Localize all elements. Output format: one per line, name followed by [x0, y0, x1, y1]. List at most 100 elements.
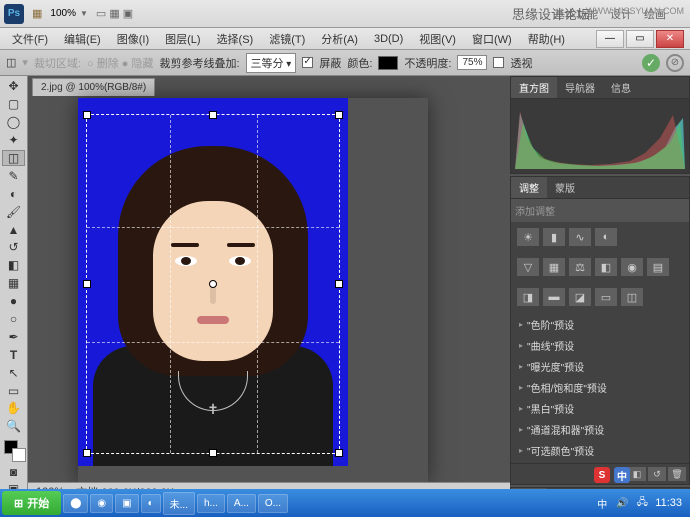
task-item-4[interactable]: O...	[258, 494, 288, 513]
menu-select[interactable]: 选择(S)	[211, 29, 260, 49]
preset-channelmixer[interactable]: "通道混和器"预设	[513, 419, 687, 440]
maximize-button[interactable]: ▭	[626, 30, 654, 48]
commit-button[interactable]: ✓	[642, 54, 660, 72]
pen-tool[interactable]: ✒	[2, 328, 25, 345]
quick-launch-2[interactable]: ◉	[90, 494, 113, 513]
crop-tool-icon[interactable]: ◫	[6, 56, 16, 69]
stamp-tool[interactable]: ▲	[2, 221, 25, 238]
preset-hue[interactable]: "色相/饱和度"预设	[513, 377, 687, 398]
reset-icon[interactable]: ↺	[648, 467, 666, 481]
wand-tool[interactable]: ✦	[2, 132, 25, 149]
minimize-button[interactable]: —	[596, 30, 624, 48]
shield-checkbox[interactable]	[302, 57, 313, 68]
preset-selective[interactable]: "可选颜色"预设	[513, 440, 687, 461]
curves-icon[interactable]: ∿	[569, 228, 591, 246]
channelmixer-icon[interactable]: ▤	[647, 258, 669, 276]
color-swatches[interactable]	[2, 440, 25, 462]
crop-handle-bl[interactable]	[83, 449, 91, 457]
quickmask-tool[interactable]: ◙	[2, 463, 25, 480]
document-tab[interactable]: 2.jpg @ 100%(RGB/8#)	[32, 78, 155, 96]
crop-handle-br[interactable]	[335, 449, 343, 457]
healing-tool[interactable]: ◐	[2, 185, 25, 202]
menu-analysis[interactable]: 分析(A)	[315, 29, 364, 49]
crop-handle-r[interactable]	[335, 280, 343, 288]
start-button[interactable]: ⊞ 开始	[2, 491, 61, 515]
crop-handle-tl[interactable]	[83, 111, 91, 119]
tray-clock[interactable]: 11:33	[655, 497, 682, 509]
crop-bounding-box[interactable]	[86, 114, 340, 454]
exposure-icon[interactable]: ◐	[595, 228, 617, 246]
zoom-tool[interactable]: 🔍	[2, 418, 25, 435]
task-item-2[interactable]: h...	[197, 494, 225, 513]
ime-badge-zh[interactable]: 中	[614, 467, 630, 483]
cancel-button[interactable]: ⊘	[666, 54, 684, 72]
trash-icon[interactable]: 🗑	[668, 467, 686, 481]
crop-handle-tr[interactable]	[335, 111, 343, 119]
lasso-tool[interactable]: ◯	[2, 114, 25, 131]
mini-bridge-icon[interactable]: ▦	[32, 7, 42, 20]
quick-launch-3[interactable]: ▣	[115, 494, 138, 513]
bw-icon[interactable]: ◧	[595, 258, 617, 276]
selective-icon[interactable]: ◫	[621, 288, 643, 306]
tab-navigator[interactable]: 导航器	[557, 77, 603, 98]
clip-icon[interactable]: ◧	[628, 467, 646, 481]
marquee-tool[interactable]: ▢	[2, 96, 25, 113]
eyedropper-tool[interactable]: ✎	[2, 167, 25, 184]
dropdown-icon[interactable]: ▼	[80, 9, 88, 18]
canvas[interactable]: ✝	[78, 98, 428, 483]
preset-exposure[interactable]: "曝光度"预设	[513, 356, 687, 377]
menu-3d[interactable]: 3D(D)	[368, 31, 409, 47]
menu-view[interactable]: 视图(V)	[413, 29, 462, 49]
gradient-tool[interactable]: ▦	[2, 275, 25, 292]
quick-launch-1[interactable]: ⬤	[63, 494, 88, 513]
tray-network-icon[interactable]: 🖧	[635, 496, 649, 510]
perspective-checkbox[interactable]	[493, 57, 504, 68]
hue-icon[interactable]: ▦	[543, 258, 565, 276]
zoom-display[interactable]: 100%	[50, 8, 76, 19]
quick-launch-4[interactable]: ◐	[141, 494, 161, 513]
crop-handle-center[interactable]	[209, 280, 217, 288]
shape-tool[interactable]: ▭	[2, 382, 25, 399]
preset-levels[interactable]: "色阶"预设	[513, 314, 687, 335]
task-item-1[interactable]: 未...	[163, 492, 195, 515]
colorbalance-icon[interactable]: ⚖	[569, 258, 591, 276]
posterize-icon[interactable]: ▬	[543, 288, 565, 306]
task-item-3[interactable]: A...	[227, 494, 256, 513]
path-tool[interactable]: ↖	[2, 364, 25, 381]
menu-help[interactable]: 帮助(H)	[522, 29, 571, 49]
view-tools[interactable]: ▭ ▦ ▣	[96, 7, 133, 20]
crop-tool[interactable]: ◫	[2, 150, 25, 167]
shield-color-swatch[interactable]	[378, 56, 398, 70]
hand-tool[interactable]: ✋	[2, 400, 25, 417]
brightness-icon[interactable]: ☀	[517, 228, 539, 246]
vibrance-icon[interactable]: ▽	[517, 258, 539, 276]
crop-guides-select[interactable]: 三等分 ▾	[246, 53, 297, 73]
tab-adjustments[interactable]: 调整	[511, 177, 547, 198]
menu-window[interactable]: 窗口(W)	[466, 29, 518, 49]
crop-handle-t[interactable]	[209, 111, 217, 119]
eraser-tool[interactable]: ◧	[2, 257, 25, 274]
menu-filter[interactable]: 滤镜(T)	[263, 29, 311, 49]
crop-handle-l[interactable]	[83, 280, 91, 288]
blur-tool[interactable]: ●	[2, 293, 25, 310]
type-tool[interactable]: T	[2, 346, 25, 363]
levels-icon[interactable]: ▮	[543, 228, 565, 246]
invert-icon[interactable]: ◨	[517, 288, 539, 306]
tab-info[interactable]: 信息	[603, 77, 639, 98]
gradientmap-icon[interactable]: ▭	[595, 288, 617, 306]
close-button[interactable]: ✕	[656, 30, 684, 48]
background-color[interactable]	[12, 448, 26, 462]
photofilter-icon[interactable]: ◉	[621, 258, 643, 276]
threshold-icon[interactable]: ◪	[569, 288, 591, 306]
crop-handle-b[interactable]	[209, 449, 217, 457]
ime-badge-s[interactable]: S	[594, 467, 610, 483]
move-tool[interactable]: ✥	[2, 78, 25, 95]
menu-image[interactable]: 图像(I)	[111, 29, 155, 49]
menu-file[interactable]: 文件(F)	[6, 29, 54, 49]
history-brush-tool[interactable]: ↺	[2, 239, 25, 256]
brush-tool[interactable]: 🖌	[2, 203, 25, 220]
dodge-tool[interactable]: ○	[2, 311, 25, 328]
preset-bw[interactable]: "黑白"预设	[513, 398, 687, 419]
tab-histogram[interactable]: 直方图	[511, 77, 557, 98]
tab-masks[interactable]: 蒙版	[547, 177, 583, 198]
